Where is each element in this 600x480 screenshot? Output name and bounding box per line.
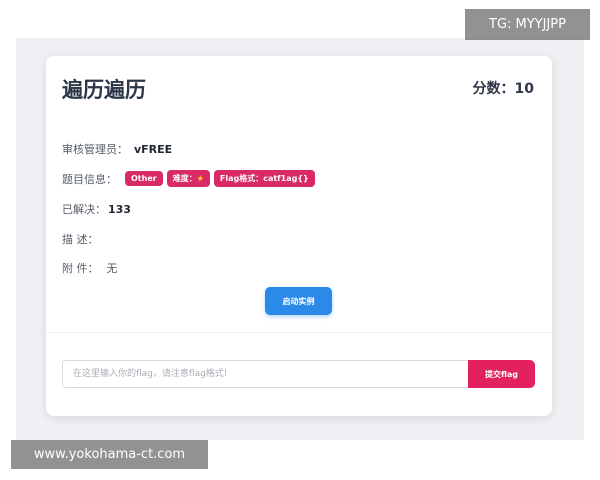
info-row: 题目信息： Other 难度：★ Flag格式：catf1ag{} xyxy=(62,170,315,187)
attachment-value: 无 xyxy=(106,262,118,275)
reviewer-label: 审核管理员： xyxy=(62,143,128,156)
attachment-label: 附 件： xyxy=(62,262,99,275)
solved-row: 已解决： 133 xyxy=(62,201,131,217)
watermark-top: TG: MYYJJPP xyxy=(465,9,590,40)
challenge-card: 遍历遍历 分数：10 审核管理员： vFREE 题目信息： Other 难度：★… xyxy=(46,56,552,416)
description-label: 描 述： xyxy=(62,233,99,246)
reviewer-value: vFREE xyxy=(134,142,173,156)
divider xyxy=(46,332,552,333)
score: 分数：10 xyxy=(473,78,534,98)
score-label: 分数： xyxy=(472,81,515,97)
reviewer-row: 审核管理员： vFREE xyxy=(62,141,172,157)
flag-input[interactable] xyxy=(62,360,468,388)
category-tag: Other xyxy=(125,171,163,186)
difficulty-tag: 难度：★ xyxy=(166,170,210,187)
attachment-row: 附 件： 无 xyxy=(62,260,118,276)
challenge-title: 遍历遍历 xyxy=(62,78,146,102)
flag-format-tag: Flag格式：catf1ag{} xyxy=(213,170,315,187)
watermark-bottom: www.yokohama-ct.com xyxy=(11,440,208,469)
solved-value: 133 xyxy=(108,202,131,216)
difficulty-label: 难度： xyxy=(172,174,197,183)
start-instance-button[interactable]: 启动实例 xyxy=(265,287,332,315)
info-label: 题目信息： xyxy=(62,172,117,186)
score-value: 10 xyxy=(514,81,534,97)
description-row: 描 述： xyxy=(62,231,99,247)
submit-flag-button[interactable]: 提交flag xyxy=(468,360,535,388)
star-icon: ★ xyxy=(196,174,204,183)
solved-label: 已解决： xyxy=(62,203,106,216)
